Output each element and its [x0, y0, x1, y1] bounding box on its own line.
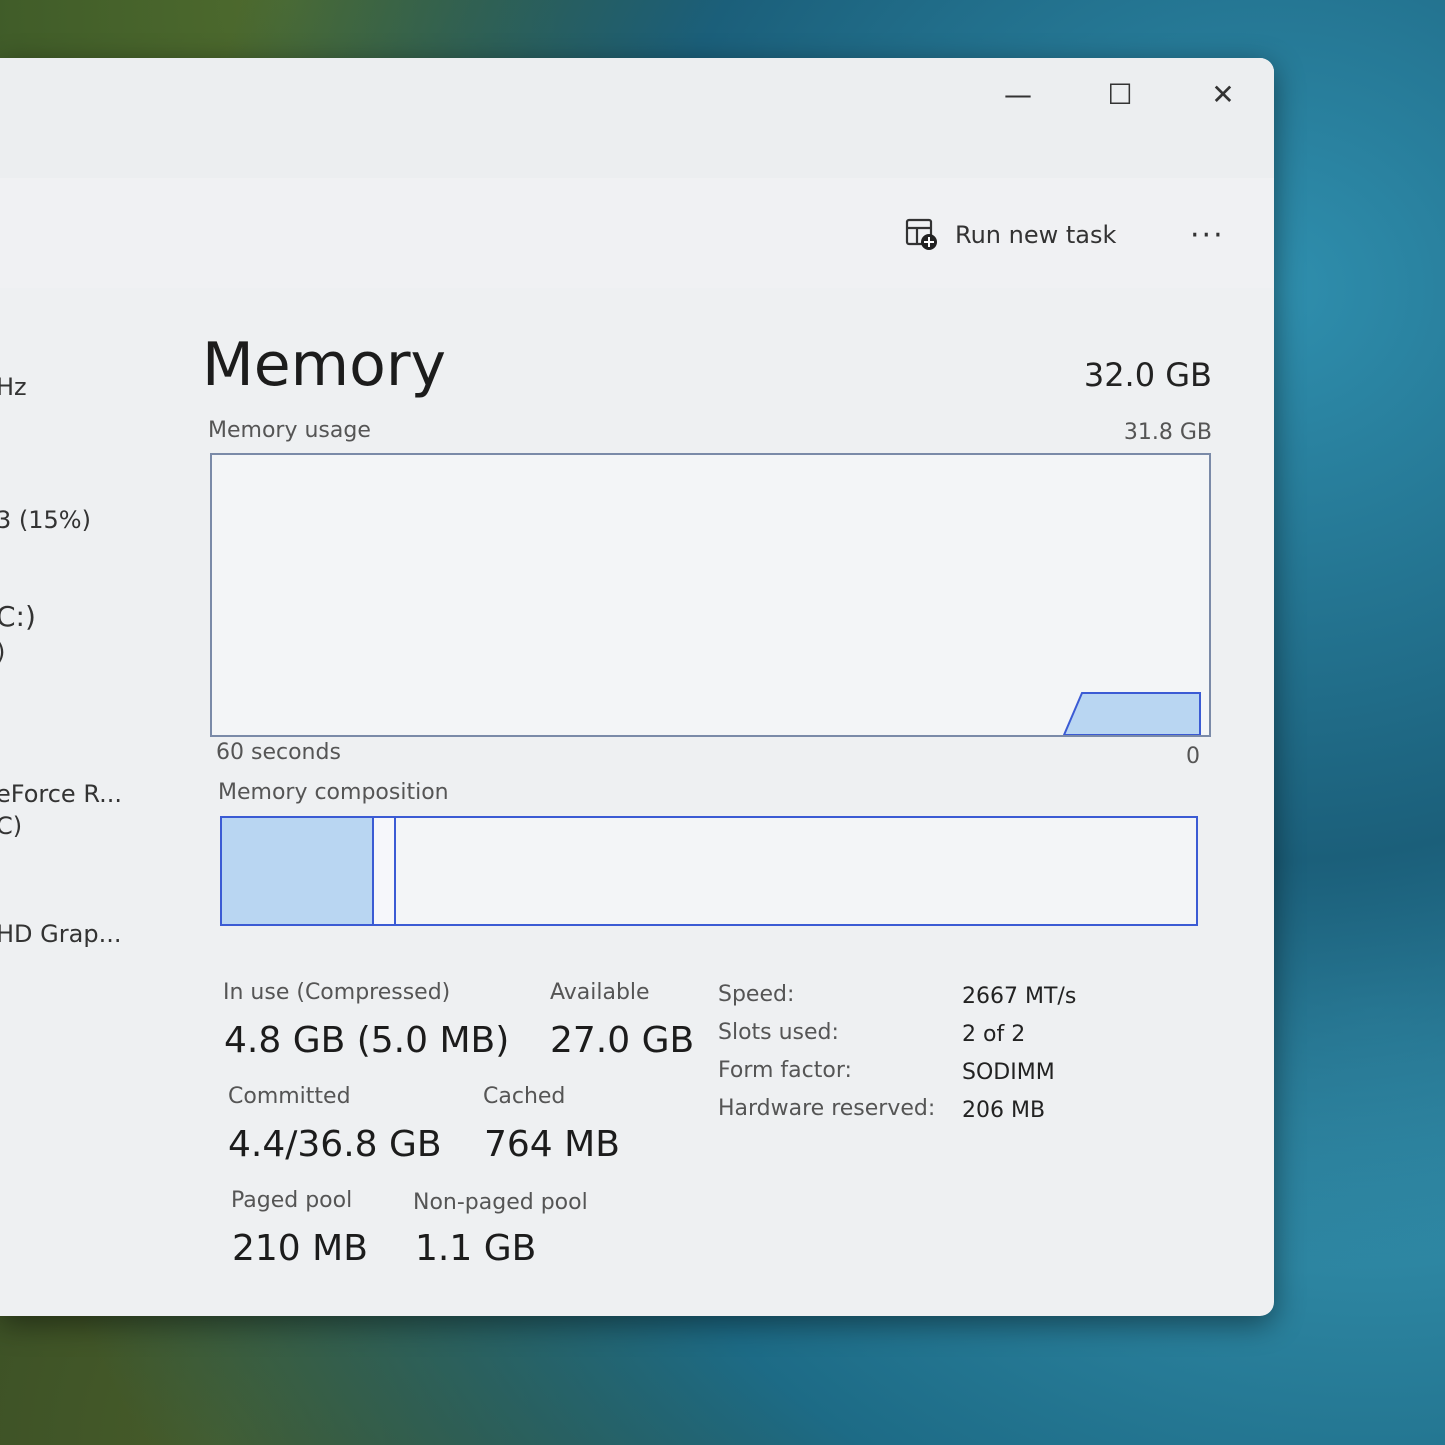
hardware-reserved-value: 206 MB	[962, 1098, 1046, 1123]
hardware-reserved-label: Hardware reserved:	[718, 1096, 936, 1121]
composition-modified-segment	[374, 818, 396, 924]
sidebar-item-gpu1-title[interactable]: HD Grap...	[0, 920, 121, 948]
speed-value: 2667 MT/s	[962, 984, 1077, 1009]
speed-label: Speed:	[718, 982, 795, 1007]
graph-time-end: 0	[1186, 744, 1200, 769]
memory-composition-label: Memory composition	[218, 780, 449, 805]
run-new-task-button[interactable]: Run new task	[905, 215, 1116, 255]
sidebar-item-disk-title[interactable]: C:)	[0, 600, 36, 633]
non-paged-pool-label: Non-paged pool	[413, 1190, 588, 1215]
sidebar-item-cpu-detail[interactable]: Hz	[0, 373, 27, 401]
sidebar-item-gpu0-title[interactable]: eForce R...	[0, 780, 122, 808]
sidebar-item-memory-detail[interactable]: 3 (15%)	[0, 506, 91, 534]
cached-value: 764 MB	[484, 1124, 620, 1165]
sidebar-item-gpu0-detail[interactable]: C)	[0, 812, 22, 840]
form-factor-value: SODIMM	[962, 1060, 1055, 1085]
paged-pool-value: 210 MB	[232, 1228, 368, 1269]
sidebar-item-disk-detail[interactable]: )	[0, 638, 5, 666]
composition-in-use-segment	[222, 818, 374, 924]
run-new-task-label: Run new task	[955, 221, 1117, 249]
cached-label: Cached	[483, 1084, 566, 1109]
graph-time-label: 60 seconds	[216, 740, 341, 765]
available-label: Available	[550, 980, 650, 1005]
run-task-icon	[905, 218, 939, 252]
available-value: 27.0 GB	[550, 1020, 695, 1061]
committed-value: 4.4/36.8 GB	[228, 1124, 442, 1165]
close-button[interactable]: ✕	[1193, 74, 1253, 114]
memory-composition-bar	[220, 816, 1198, 926]
paged-pool-label: Paged pool	[231, 1188, 353, 1213]
memory-usage-max: 31.8 GB	[1123, 420, 1212, 445]
in-use-label: In use (Compressed)	[223, 980, 451, 1005]
committed-label: Committed	[228, 1084, 351, 1109]
maximize-button[interactable]: ☐	[1090, 74, 1150, 114]
total-memory: 32.0 GB	[1083, 356, 1212, 394]
memory-usage-label: Memory usage	[208, 418, 371, 443]
minimize-button[interactable]: —	[988, 74, 1048, 114]
title-bar	[0, 58, 1274, 178]
more-options-button[interactable]: ···	[1190, 218, 1225, 253]
non-paged-pool-value: 1.1 GB	[415, 1228, 537, 1269]
slots-used-label: Slots used:	[718, 1020, 839, 1045]
in-use-value: 4.8 GB (5.0 MB)	[224, 1020, 510, 1061]
task-manager-window: — ☐ ✕ Run new task ··· Hz 3 (15%) C:) ) …	[0, 58, 1274, 1316]
slots-used-value: 2 of 2	[962, 1022, 1026, 1047]
page-title: Memory	[202, 330, 447, 400]
form-factor-label: Form factor:	[718, 1058, 852, 1083]
memory-usage-graph	[210, 453, 1211, 737]
